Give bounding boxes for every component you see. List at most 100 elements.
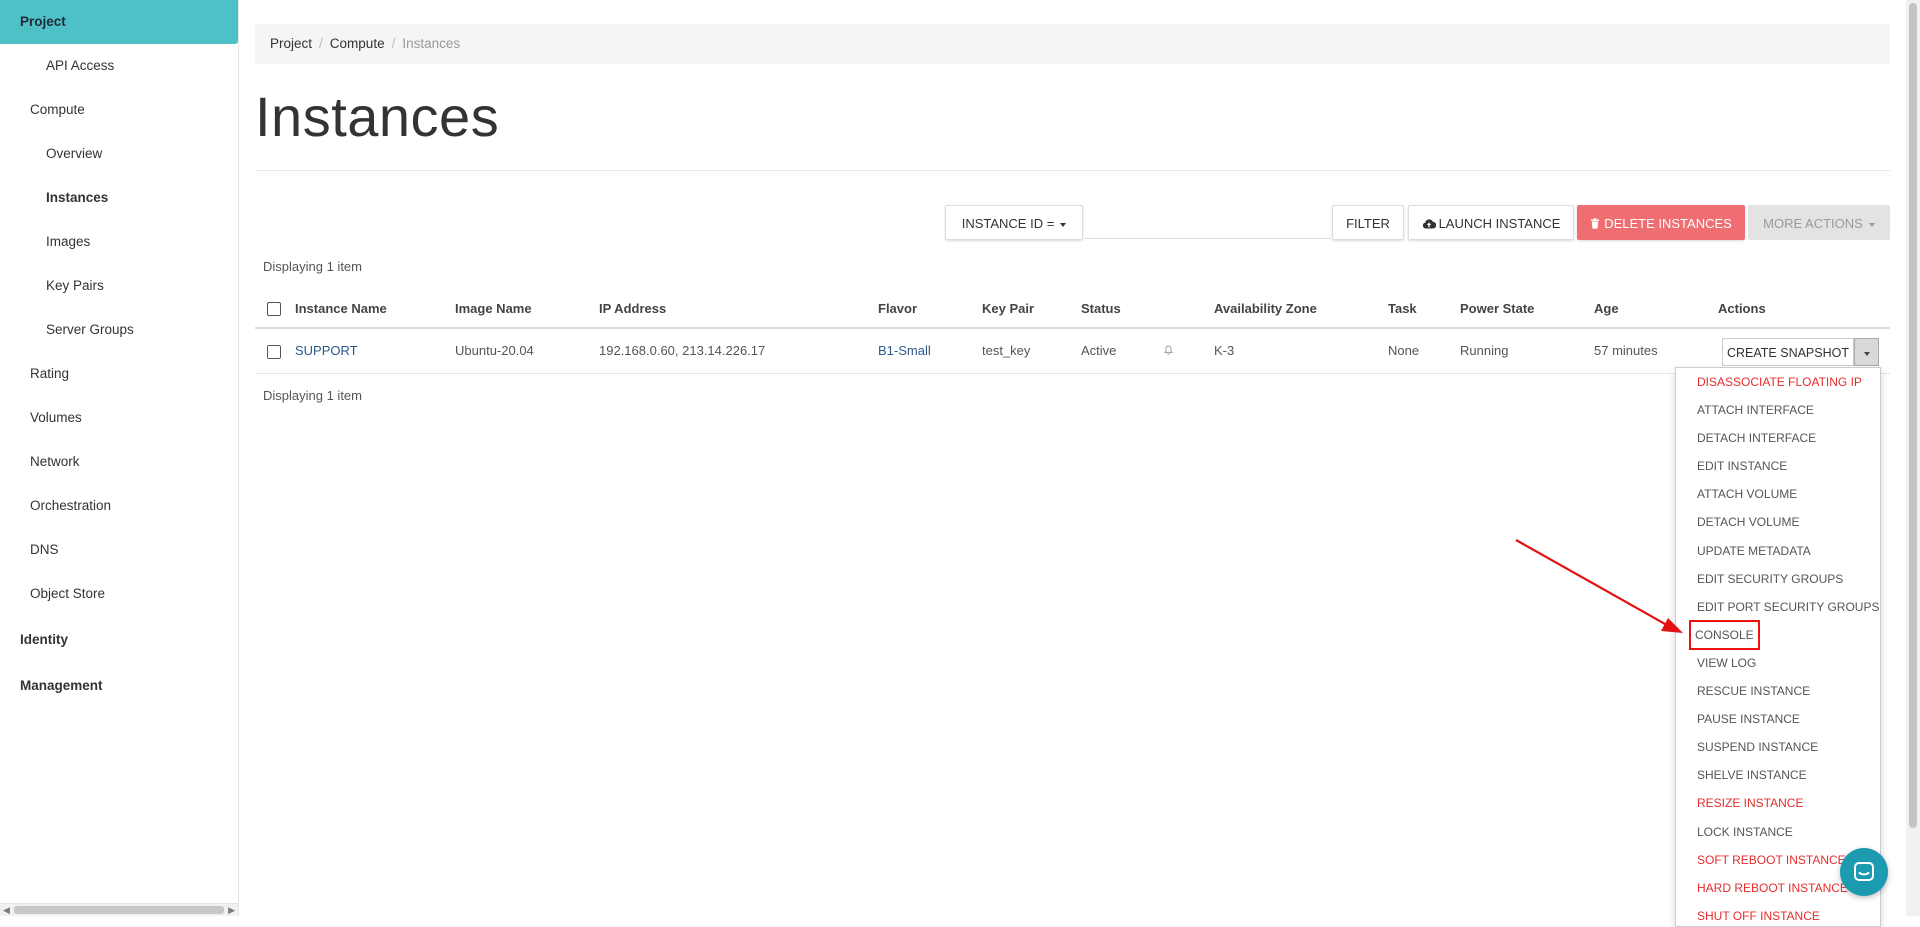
sidebar-item-project[interactable]: Project — [0, 0, 238, 44]
image-name-cell: Ubuntu-20.04 — [455, 328, 599, 374]
table-header-row: Instance Name Image Name IP Address Flav… — [255, 290, 1890, 329]
menu-item-label: RESCUE INSTANCE — [1697, 684, 1811, 699]
menu-item-label: EDIT PORT SECURITY GROUPS — [1697, 599, 1880, 614]
filter-field-dropdown[interactable]: INSTANCE ID = — [945, 205, 1083, 240]
filter-input[interactable] — [1084, 206, 1331, 239]
col-key-pair[interactable]: Key Pair — [982, 290, 1081, 329]
menu-item-lock-instance[interactable]: LOCK INSTANCE — [1676, 818, 1880, 846]
menu-item-view-log[interactable]: VIEW LOG — [1676, 649, 1880, 677]
menu-item-pause-instance[interactable]: PAUSE INSTANCE — [1676, 705, 1880, 733]
caret-down-icon — [1060, 222, 1067, 227]
col-availability-zone[interactable]: Availability Zone — [1214, 290, 1388, 329]
scroll-left-icon[interactable]: ◀ — [3, 905, 10, 916]
table-row: SUPPORT Ubuntu-20.04 192.168.0.60, 213.1… — [255, 328, 1890, 374]
sidebar-item-images[interactable]: Images — [0, 220, 238, 264]
menu-item-attach-volume[interactable]: ATTACH VOLUME — [1676, 480, 1880, 508]
status-cell: Active — [1081, 328, 1164, 374]
instance-name-link[interactable]: SUPPORT — [295, 328, 455, 374]
chat-bubble-icon — [1854, 862, 1874, 881]
menu-item-resize-instance[interactable]: RESIZE INSTANCE — [1676, 789, 1880, 817]
cloud-upload-icon — [1422, 219, 1436, 229]
menu-item-shut-off-instance[interactable]: SHUT OFF INSTANCE — [1676, 902, 1880, 926]
menu-item-suspend-instance[interactable]: SUSPEND INSTANCE — [1676, 733, 1880, 761]
launch-instance-button[interactable]: LAUNCH INSTANCE — [1408, 205, 1574, 240]
sidebar-item-management[interactable]: Management — [0, 664, 238, 708]
filter-button[interactable]: FILTER — [1332, 205, 1404, 240]
menu-item-rescue-instance[interactable]: RESCUE INSTANCE — [1676, 677, 1880, 705]
key-pair-cell: test_key — [982, 328, 1081, 374]
sidebar-item-rating[interactable]: Rating — [0, 352, 238, 396]
launch-instance-label: LAUNCH INSTANCE — [1438, 216, 1561, 231]
menu-item-edit-instance[interactable]: EDIT INSTANCE — [1676, 452, 1880, 480]
menu-item-disassociate-floating-ip[interactable]: DISASSOCIATE FLOATING IP — [1676, 368, 1880, 396]
col-image-name[interactable]: Image Name — [455, 290, 599, 329]
menu-item-label: PAUSE INSTANCE — [1697, 712, 1800, 727]
sidebar-horizontal-scrollbar[interactable]: ◀ ▶ — [0, 903, 238, 916]
sidebar-item-overview[interactable]: Overview — [0, 132, 238, 176]
menu-item-label: LOCK INSTANCE — [1697, 824, 1793, 839]
ip-address-cell: 192.168.0.60, 213.14.226.17 — [599, 328, 878, 374]
scroll-right-icon[interactable]: ▶ — [228, 905, 235, 916]
flavor-link[interactable]: B1-Small — [878, 328, 982, 374]
item-count-top: Displaying 1 item — [263, 259, 362, 274]
menu-item-label: SUSPEND INSTANCE — [1697, 740, 1819, 755]
col-task[interactable]: Task — [1388, 290, 1460, 329]
menu-item-edit-security-groups[interactable]: EDIT SECURITY GROUPS — [1676, 565, 1880, 593]
col-age[interactable]: Age — [1594, 290, 1718, 329]
breadcrumb-compute[interactable]: Compute — [330, 36, 385, 51]
menu-item-label: ATTACH VOLUME — [1697, 487, 1798, 502]
menu-item-detach-interface[interactable]: DETACH INTERFACE — [1676, 424, 1880, 452]
menu-item-label: RESIZE INSTANCE — [1697, 796, 1804, 811]
scrollbar-thumb[interactable] — [1909, 3, 1917, 828]
menu-item-label: EDIT SECURITY GROUPS — [1697, 571, 1844, 586]
create-snapshot-button[interactable]: CREATE SNAPSHOT — [1722, 338, 1854, 366]
menu-item-label: SHELVE INSTANCE — [1697, 768, 1807, 783]
delete-instances-label: DELETE INSTANCES — [1604, 216, 1732, 231]
menu-item-attach-interface[interactable]: ATTACH INTERFACE — [1676, 396, 1880, 424]
sidebar-item-volumes[interactable]: Volumes — [0, 396, 238, 440]
col-ip-address[interactable]: IP Address — [599, 290, 878, 329]
menu-item-label: VIEW LOG — [1697, 655, 1757, 670]
more-actions-label: MORE ACTIONS — [1763, 216, 1863, 231]
sidebar-item-identity[interactable]: Identity — [0, 618, 238, 662]
page-vertical-scrollbar[interactable] — [1906, 0, 1920, 916]
sidebar-item-compute[interactable]: Compute — [0, 88, 238, 132]
menu-item-detach-volume[interactable]: DETACH VOLUME — [1676, 508, 1880, 536]
col-instance-name[interactable]: Instance Name — [295, 290, 455, 329]
menu-item-console[interactable]: CONSOLE — [1676, 619, 1880, 650]
sidebar-item-dns[interactable]: DNS — [0, 528, 238, 572]
menu-item-label: DETACH INTERFACE — [1697, 431, 1817, 446]
sidebar-item-network[interactable]: Network — [0, 440, 238, 484]
row-actions-menu: DISASSOCIATE FLOATING IP ATTACH INTERFACE… — [1675, 367, 1881, 927]
select-all-checkbox[interactable] — [267, 302, 281, 317]
breadcrumb-project[interactable]: Project — [270, 36, 312, 51]
sidebar-item-key-pairs[interactable]: Key Pairs — [0, 264, 238, 308]
sidebar-item-object-store[interactable]: Object Store — [0, 572, 238, 616]
sidebar-item-orchestration[interactable]: Orchestration — [0, 484, 238, 528]
menu-item-update-metadata[interactable]: UPDATE METADATA — [1676, 537, 1880, 565]
more-actions-button[interactable]: MORE ACTIONS — [1748, 205, 1890, 240]
chat-widget-button[interactable] — [1840, 848, 1888, 896]
menu-item-label: CONSOLE — [1689, 619, 1760, 650]
caret-down-icon — [1868, 222, 1875, 227]
menu-item-shelve-instance[interactable]: SHELVE INSTANCE — [1676, 761, 1880, 789]
sidebar: Project API Access Compute Overview Instance… — [0, 0, 239, 916]
filter-button-label: FILTER — [1346, 216, 1390, 231]
menu-item-label: EDIT INSTANCE — [1697, 459, 1788, 474]
menu-item-edit-port-security-groups[interactable]: EDIT PORT SECURITY GROUPS — [1676, 593, 1880, 621]
sidebar-item-instances[interactable]: Instances — [0, 176, 238, 220]
col-flavor[interactable]: Flavor — [878, 290, 982, 329]
col-status[interactable]: Status — [1081, 290, 1164, 329]
delete-instances-button[interactable]: DELETE INSTANCES — [1577, 205, 1745, 240]
col-power-state[interactable]: Power State — [1460, 290, 1594, 329]
scrollbar-thumb[interactable] — [14, 906, 224, 914]
row-actions-toggle[interactable] — [1854, 338, 1879, 366]
breadcrumb: Project / Compute / Instances — [255, 24, 1890, 64]
sidebar-item-server-groups[interactable]: Server Groups — [0, 308, 238, 352]
menu-item-label: HARD REBOOT INSTANCE — [1697, 880, 1848, 895]
row-checkbox[interactable] — [267, 344, 281, 359]
instances-table: Instance Name Image Name IP Address Flav… — [255, 290, 1890, 374]
sidebar-item-api-access[interactable]: API Access — [0, 44, 238, 88]
availability-zone-cell: K-3 — [1214, 328, 1388, 374]
menu-item-label: DISASSOCIATE FLOATING IP — [1697, 375, 1862, 389]
